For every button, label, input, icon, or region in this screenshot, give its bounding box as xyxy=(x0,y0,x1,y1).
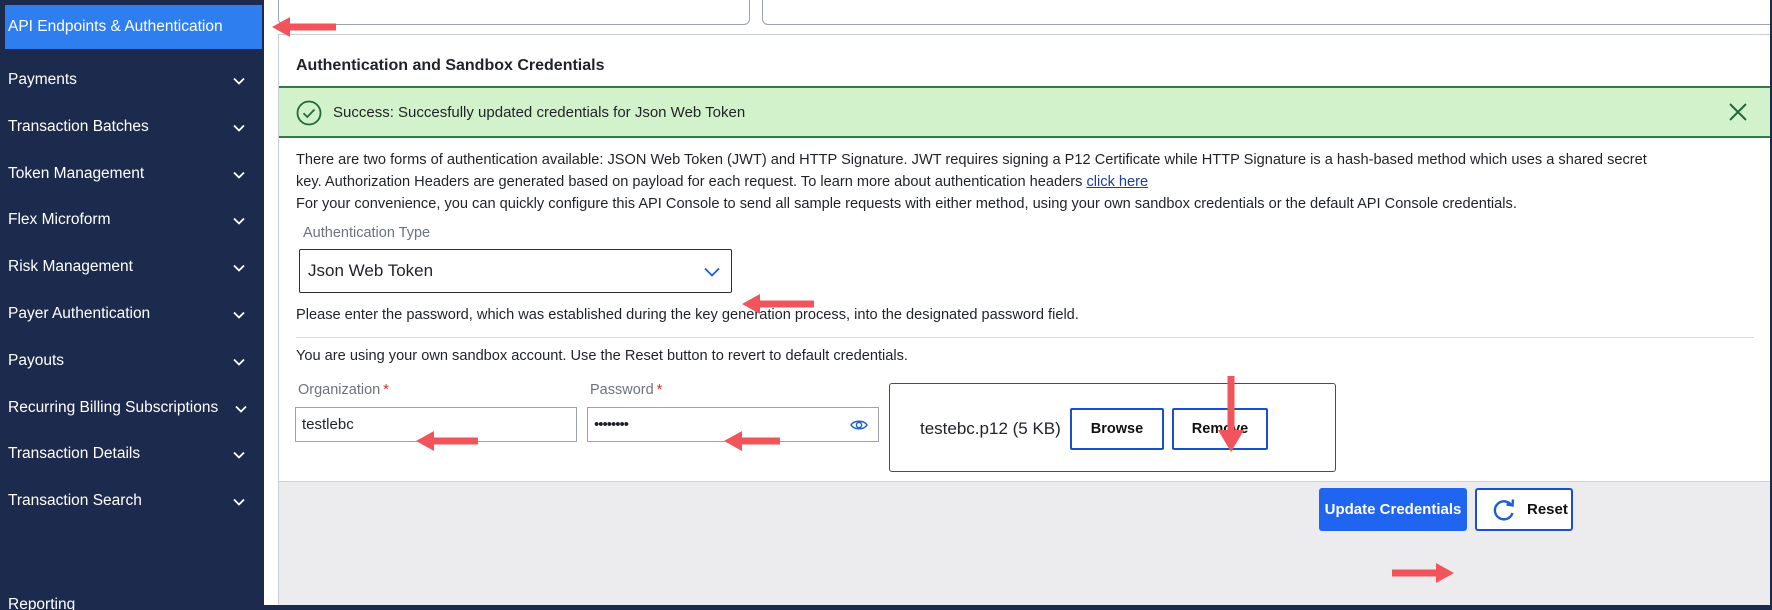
chevron-down-icon xyxy=(234,402,248,416)
sidebar-item-label: Flex Microform xyxy=(8,210,111,228)
annotation-arrow xyxy=(414,430,480,452)
reset-button[interactable]: Reset xyxy=(1475,488,1573,531)
sidebar-item-flex-microform[interactable]: Flex Microform xyxy=(0,193,264,246)
sidebar-item-transaction-details[interactable]: Transaction Details xyxy=(0,427,264,480)
chevron-down-icon xyxy=(232,214,246,228)
password-value: •••••••• xyxy=(594,416,629,433)
sidebar-item-api-endpoints[interactable]: API Endpoints & Authentication xyxy=(5,5,262,49)
sandbox-note: You are using your own sandbox account. … xyxy=(296,348,908,364)
intro-paragraph: There are two forms of authentication av… xyxy=(296,149,1647,193)
sidebar-item-label: API Endpoints & Authentication xyxy=(8,18,223,35)
check-circle-icon xyxy=(296,100,322,126)
password-label: Password * xyxy=(590,382,662,398)
success-alert: Success: Succesfully updated credentials… xyxy=(279,86,1770,138)
chevron-down-icon xyxy=(232,261,246,275)
auth-type-select[interactable]: Json Web Token xyxy=(299,249,732,293)
sidebar-item-label: Payer Authentication xyxy=(8,304,151,322)
chevron-down-icon xyxy=(232,495,246,509)
certificate-file-name: testebc.p12 (5 KB) xyxy=(920,419,1061,438)
top-tab-right xyxy=(762,0,1770,25)
reset-label: Reset xyxy=(1527,501,1568,518)
intro-line-2: key. Authorization Headers are generated… xyxy=(296,174,1083,190)
organization-label: Organization * xyxy=(298,382,389,398)
main-content: Authentication and Sandbox Credentials S… xyxy=(264,0,1770,605)
chevron-down-icon xyxy=(232,448,246,462)
organization-value: testlebc xyxy=(302,416,354,433)
chevron-down-icon xyxy=(704,267,720,277)
intro-line-1: There are two forms of authentication av… xyxy=(296,152,1647,168)
sidebar-item-label: Risk Management xyxy=(8,257,133,275)
chevron-down-icon xyxy=(232,121,246,135)
sidebar-item-transaction-batches[interactable]: Transaction Batches xyxy=(0,100,264,153)
sidebar-item-label: Transaction Details xyxy=(8,444,141,462)
sidebar-item-risk-management[interactable]: Risk Management xyxy=(0,240,264,293)
password-note: Please enter the password, which was est… xyxy=(296,307,1079,323)
sidebar-item-label: Transaction Search xyxy=(8,491,142,509)
sidebar-item-label: Reporting xyxy=(8,595,76,610)
learn-more-link[interactable]: click here xyxy=(1087,174,1149,190)
required-marker: * xyxy=(383,382,389,398)
close-icon[interactable] xyxy=(1727,101,1749,123)
annotation-arrow xyxy=(722,430,782,452)
required-marker: * xyxy=(656,382,663,398)
sidebar-item-label: Payouts xyxy=(8,351,65,369)
alert-message: Success: Succesfully updated credentials… xyxy=(333,104,746,121)
eye-icon[interactable] xyxy=(850,416,868,434)
credentials-panel: Authentication and Sandbox Credentials S… xyxy=(278,34,1770,605)
sidebar-item-label: Token Management xyxy=(8,164,145,182)
annotation-arrow xyxy=(740,293,815,315)
auth-type-value: Json Web Token xyxy=(308,261,434,280)
password-label-text: Password xyxy=(590,382,654,398)
certificate-file-box: testebc.p12 (5 KB) Browse Remove xyxy=(889,383,1336,472)
organization-label-text: Organization xyxy=(298,382,381,398)
chevron-down-icon xyxy=(232,308,246,322)
chevron-down-icon xyxy=(232,168,246,182)
refresh-icon xyxy=(1493,498,1515,520)
sidebar-item-label: Payments xyxy=(8,70,77,88)
annotation-arrow xyxy=(270,16,338,38)
intro-line-3: For your convenience, you can quickly co… xyxy=(296,196,1517,212)
update-credentials-button[interactable]: Update Credentials xyxy=(1319,488,1467,531)
annotation-arrow xyxy=(1392,562,1456,584)
chevron-down-icon xyxy=(232,74,246,88)
chevron-down-icon xyxy=(232,355,246,369)
sidebar-item-label: Recurring Billing Subscriptions xyxy=(8,398,219,416)
divider xyxy=(296,337,1754,338)
panel-title: Authentication and Sandbox Credentials xyxy=(296,57,605,74)
annotation-arrow xyxy=(1217,376,1245,454)
sidebar-item-transaction-search[interactable]: Transaction Search xyxy=(0,474,264,527)
browse-button[interactable]: Browse xyxy=(1070,408,1164,450)
sidebar-item-payouts[interactable]: Payouts xyxy=(0,334,264,387)
auth-type-label: Authentication Type xyxy=(303,225,431,241)
sidebar-item-payments[interactable]: Payments xyxy=(0,53,264,106)
form-footer: Update Credentials Reset xyxy=(279,481,1770,605)
sidebar-item-label: Transaction Batches xyxy=(8,117,149,135)
sidebar: API Endpoints & Authentication Payments … xyxy=(0,0,264,610)
sidebar-item-payer-authentication[interactable]: Payer Authentication xyxy=(0,287,264,340)
top-tab-left xyxy=(278,0,750,25)
sidebar-item-reporting[interactable]: Reporting xyxy=(0,578,264,610)
